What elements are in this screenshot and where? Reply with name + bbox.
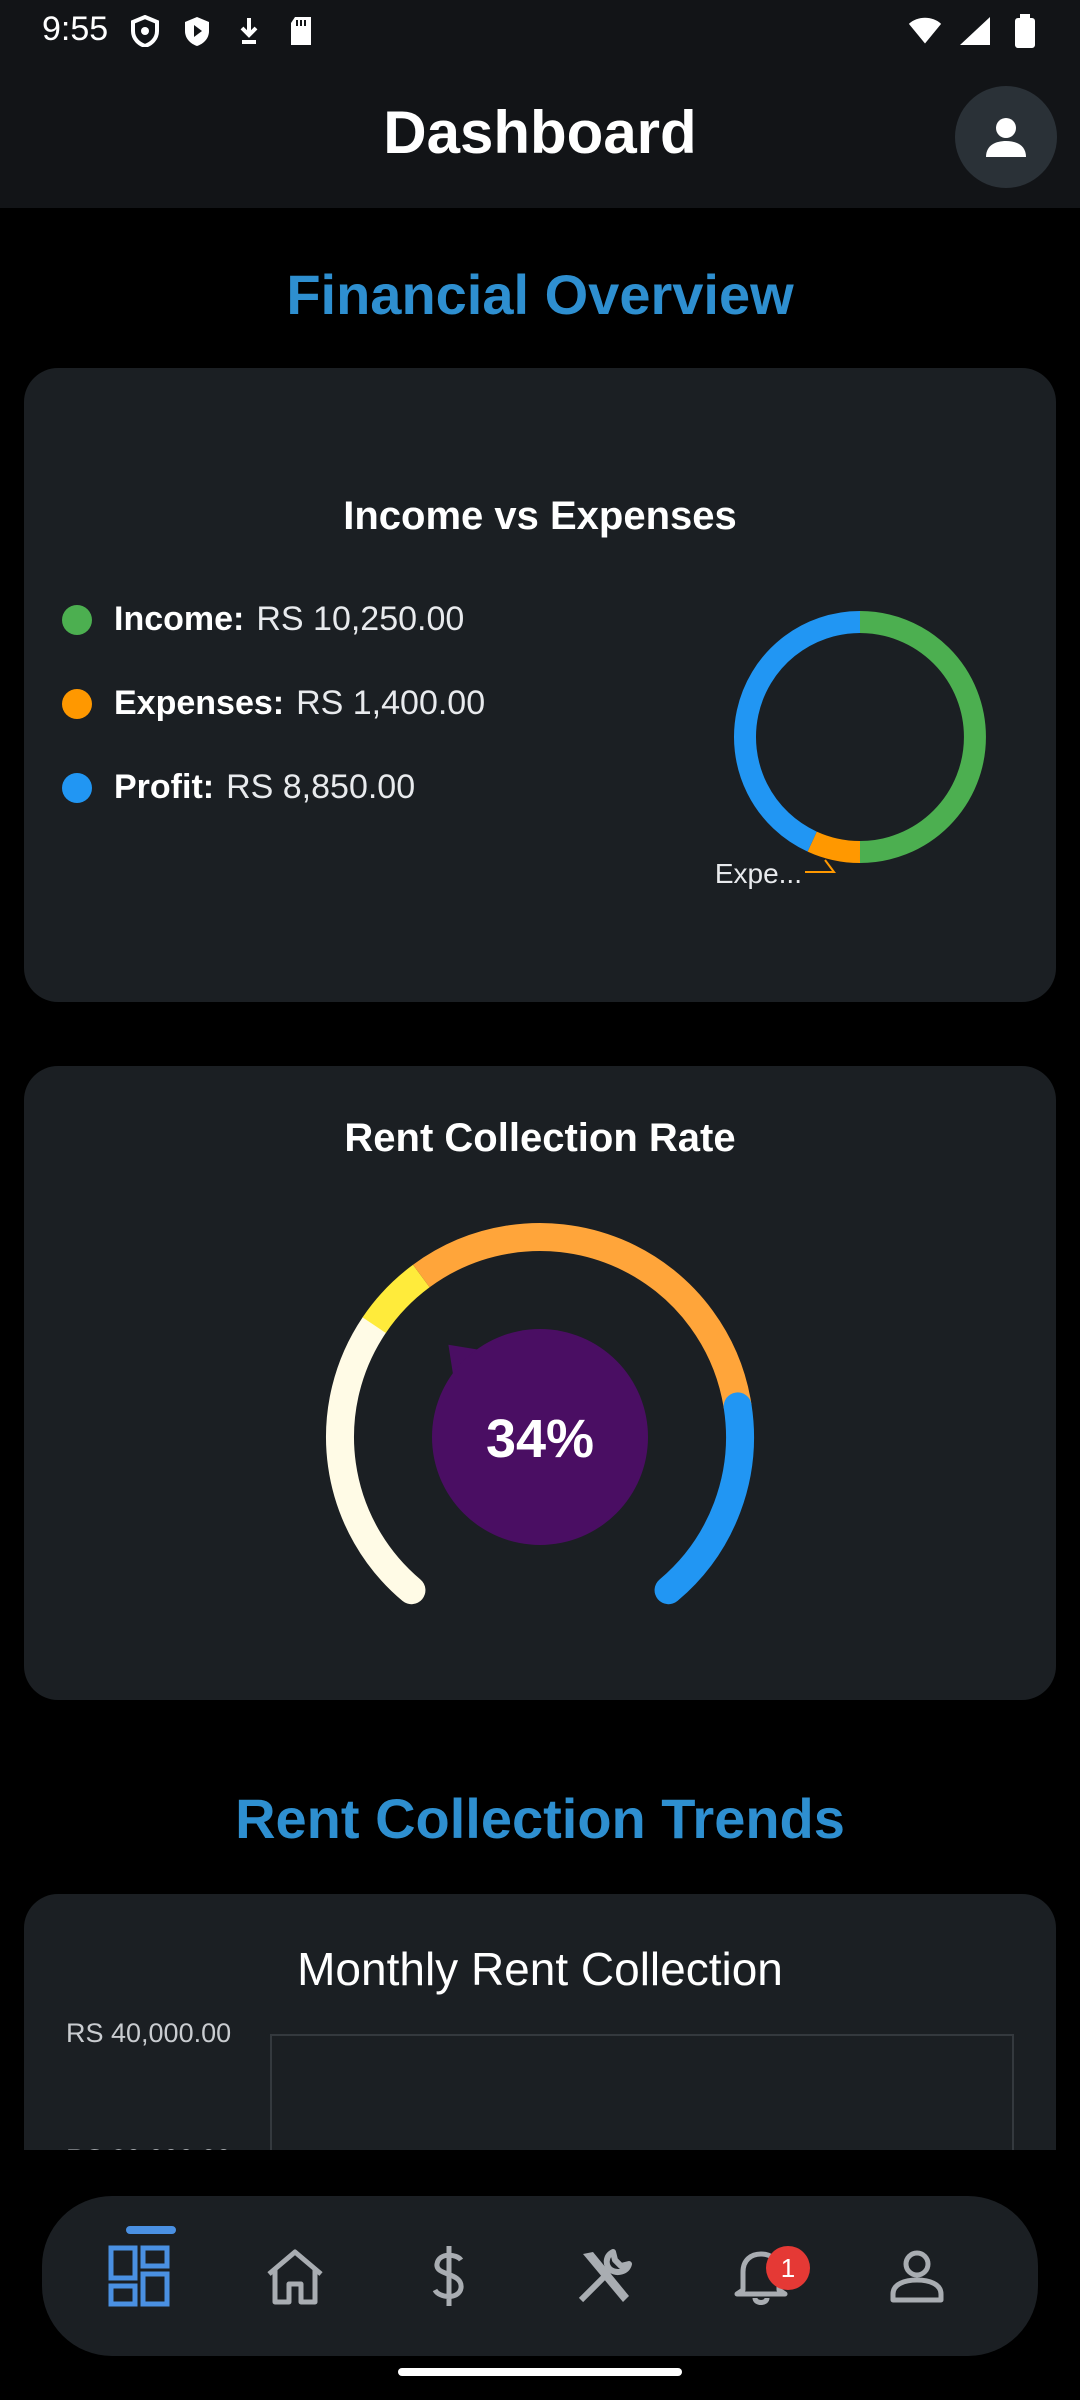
income-expenses-title: Income vs Expenses bbox=[343, 494, 737, 538]
y-tick-label: RS 40,000.00 bbox=[66, 2018, 232, 2048]
rent-rate-gauge: 34% bbox=[326, 1223, 754, 1605]
profile-icon bbox=[890, 2250, 944, 2303]
dashboard-icon bbox=[108, 2245, 170, 2307]
nav-profile[interactable] bbox=[862, 2196, 972, 2356]
home-gesture-bar bbox=[398, 2368, 682, 2376]
page-title: Dashboard bbox=[383, 99, 697, 166]
gauge-band-low bbox=[326, 1311, 426, 1605]
notification-badge: 1 bbox=[766, 2246, 810, 2290]
expenses-dot bbox=[62, 688, 92, 719]
gauge-value: 34% bbox=[486, 1409, 594, 1469]
nav-dashboard[interactable] bbox=[84, 2196, 194, 2356]
legend-income-value: RS 10,250.00 bbox=[256, 600, 465, 638]
donut-callout-label: Expe... bbox=[715, 858, 802, 889]
income-dot bbox=[62, 604, 92, 635]
income-expenses-donut: Expe... bbox=[715, 611, 986, 889]
signal-icon bbox=[958, 14, 992, 48]
gauge-band-high bbox=[654, 1392, 754, 1605]
profile-button[interactable] bbox=[955, 86, 1057, 188]
rent-trends-title: Rent Collection Trends bbox=[235, 1787, 845, 1850]
donut-slice-income bbox=[859, 611, 986, 863]
play-shield-icon bbox=[180, 14, 214, 48]
legend-income-label: Income: bbox=[114, 600, 245, 638]
legend-profit-label: Profit: bbox=[114, 768, 215, 806]
donut-callout-line bbox=[805, 859, 836, 873]
bottom-navigation: 1 bbox=[42, 2196, 1038, 2356]
profit-dot bbox=[62, 772, 92, 803]
legend-expenses-label: Expenses: bbox=[114, 684, 285, 722]
home-icon bbox=[267, 2249, 323, 2305]
wifi-icon bbox=[908, 14, 942, 48]
legend-expenses: Expenses: RS 1,400.00 bbox=[62, 684, 485, 723]
sd-card-icon bbox=[284, 14, 318, 48]
status-notification-icons bbox=[128, 14, 318, 48]
shield-icon bbox=[128, 14, 162, 48]
nav-notifications[interactable]: 1 bbox=[706, 2196, 816, 2356]
person-icon bbox=[986, 118, 1026, 157]
donut-slice-profit bbox=[734, 611, 861, 852]
nav-payments[interactable] bbox=[394, 2196, 504, 2356]
monthly-rent-title: Monthly Rent Collection bbox=[297, 1943, 783, 1995]
battery-icon bbox=[1008, 14, 1042, 48]
rent-rate-title: Rent Collection Rate bbox=[344, 1116, 736, 1160]
legend-profit-value: RS 8,850.00 bbox=[226, 768, 416, 806]
status-time: 9:55 bbox=[42, 10, 109, 48]
status-system-icons bbox=[908, 14, 1042, 48]
financial-overview-title: Financial Overview bbox=[286, 263, 794, 326]
legend-profit: Profit: RS 8,850.00 bbox=[62, 768, 415, 807]
download-icon bbox=[232, 14, 266, 48]
tools-icon bbox=[578, 2249, 632, 2303]
legend-expenses-value: RS 1,400.00 bbox=[296, 684, 486, 722]
dollar-icon bbox=[432, 2246, 464, 2306]
nav-maintenance[interactable] bbox=[550, 2196, 660, 2356]
nav-home[interactable] bbox=[240, 2196, 350, 2356]
active-tab-indicator bbox=[126, 2226, 176, 2234]
legend-income: Income: RS 10,250.00 bbox=[62, 600, 464, 639]
gauge-band-mid-low bbox=[362, 1264, 430, 1334]
donut-slice-expenses bbox=[807, 831, 861, 863]
